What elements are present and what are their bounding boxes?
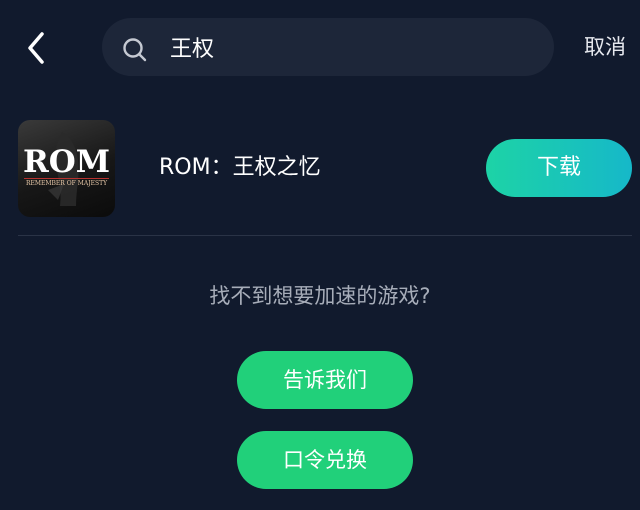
game-logo-text: ROM — [22, 144, 111, 180]
download-button[interactable]: 下载 — [486, 139, 632, 197]
not-found-prompt: 找不到想要加速的游戏? — [209, 284, 431, 308]
search-icon — [123, 38, 147, 62]
search-bar[interactable] — [102, 18, 554, 76]
redeem-code-button[interactable]: 口令兑换 — [237, 431, 413, 489]
game-logo-subtitle: REMEMBER OF MAJESTY — [25, 180, 108, 187]
chevron-left-icon — [28, 32, 44, 64]
game-logo-divider — [24, 178, 109, 179]
search-input[interactable] — [170, 18, 530, 76]
contact-us-button[interactable]: 告诉我们 — [237, 351, 413, 409]
search-result-item[interactable]: ROM REMEMBER OF MAJESTY ROM：王权之忆 下载 — [18, 120, 632, 217]
game-icon[interactable]: ROM REMEMBER OF MAJESTY — [18, 120, 115, 217]
game-title[interactable]: ROM：王权之忆 — [159, 152, 321, 184]
back-button[interactable] — [16, 26, 56, 70]
cancel-button[interactable]: 取消 — [584, 30, 626, 64]
divider — [18, 235, 632, 236]
